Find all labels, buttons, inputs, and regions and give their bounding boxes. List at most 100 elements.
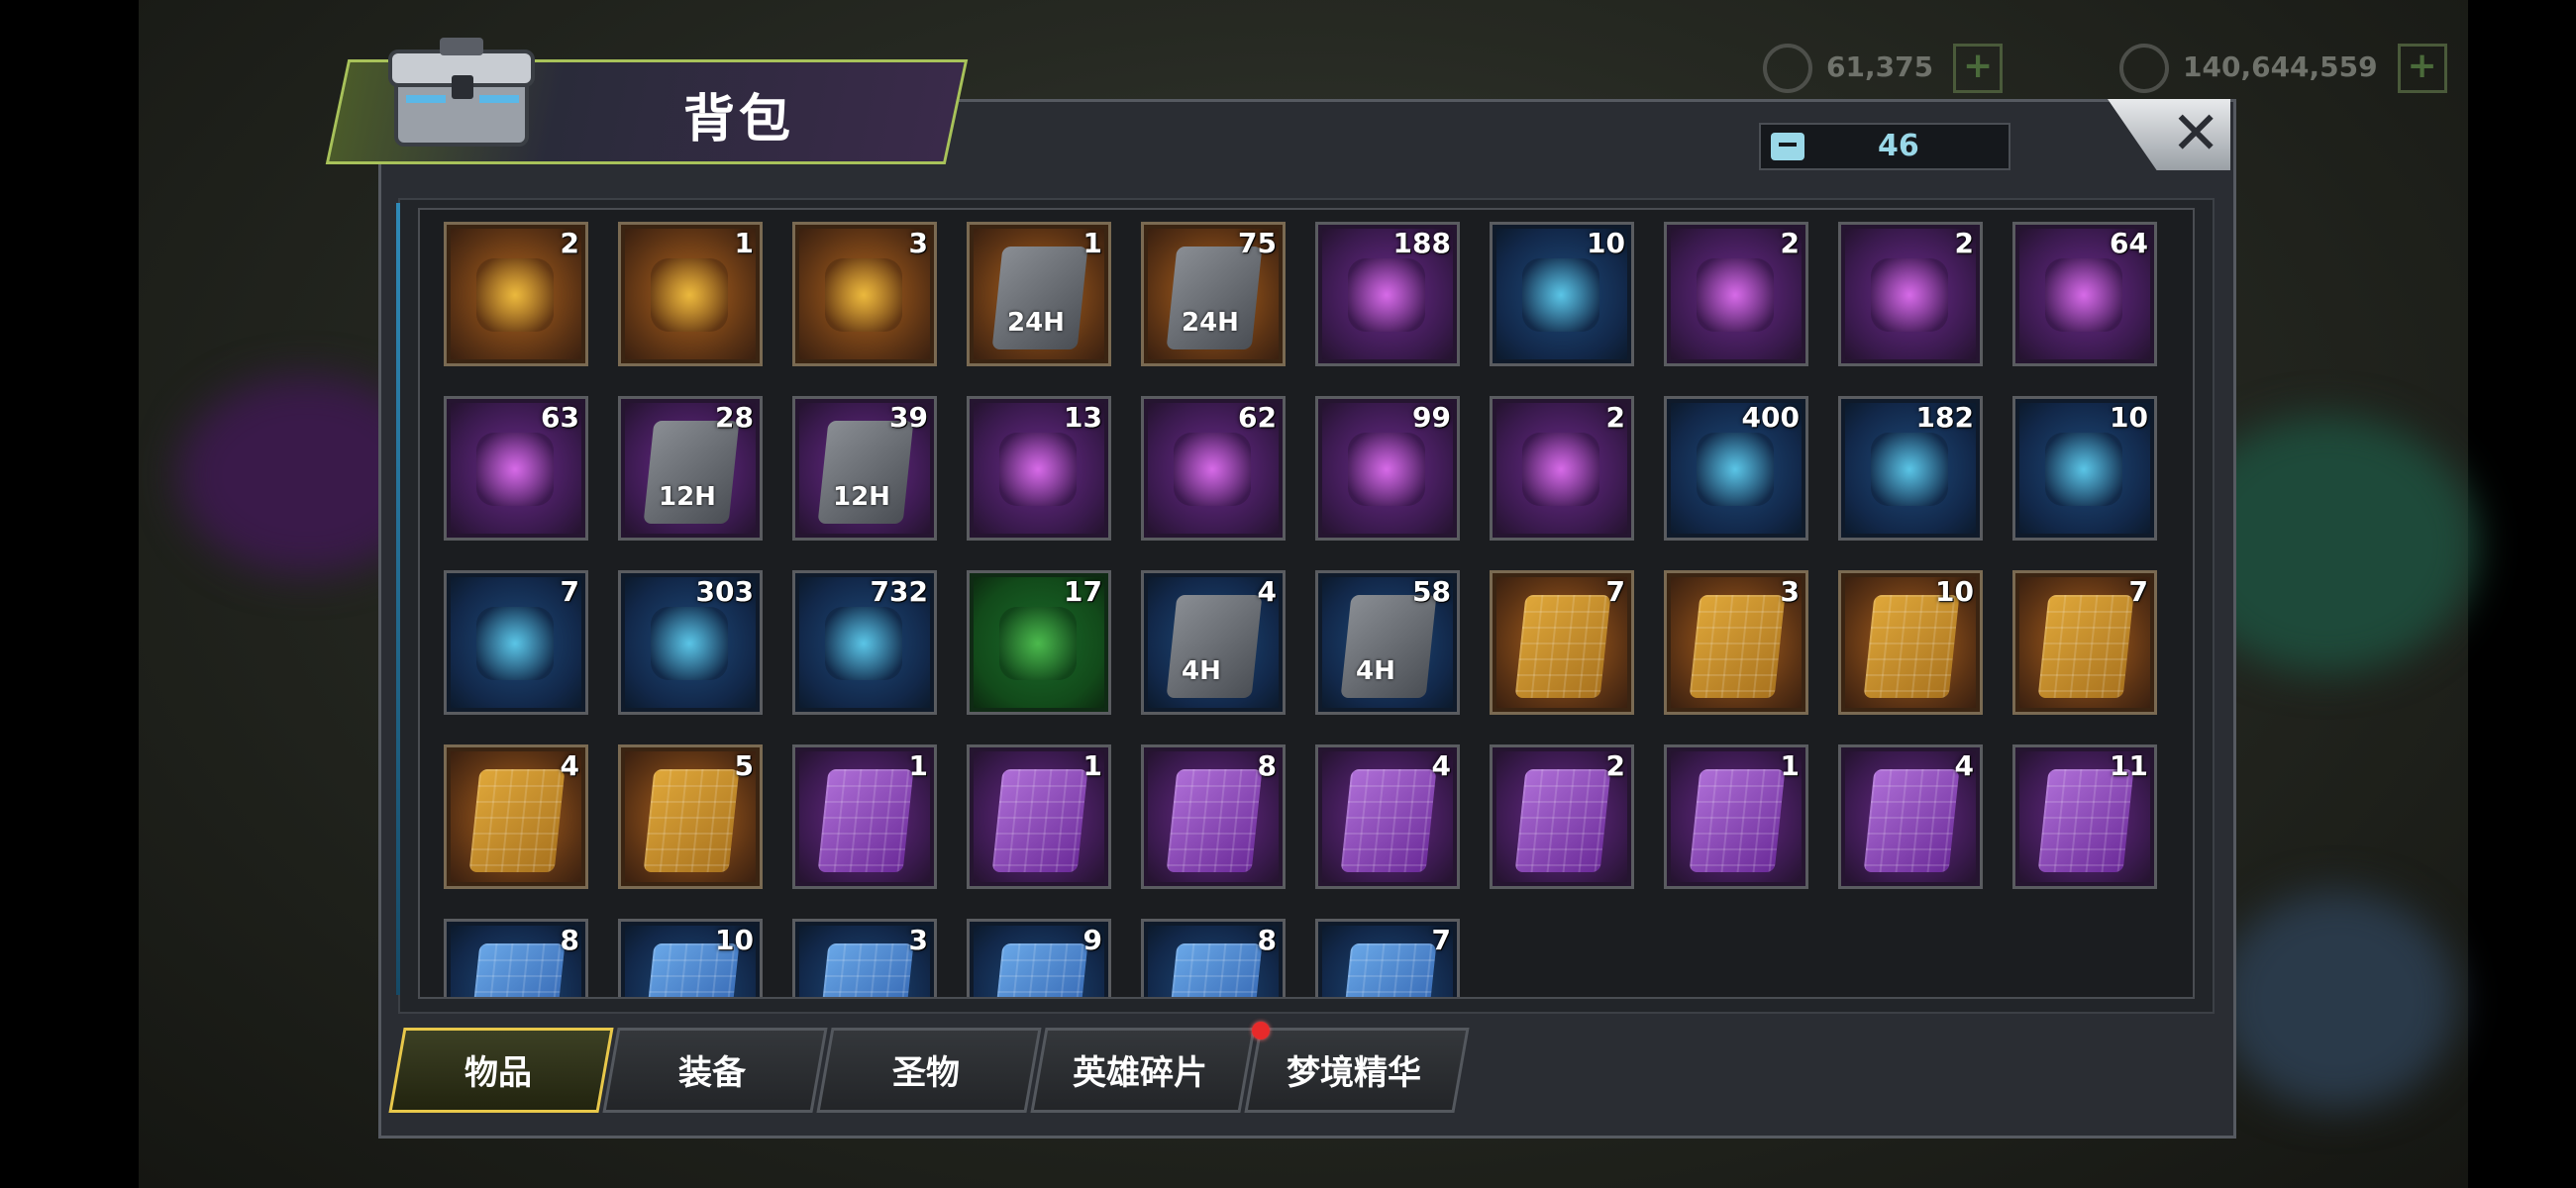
gold-pyramid-icon (1697, 433, 1774, 506)
inventory-slot[interactable]: 188 (1315, 222, 1460, 366)
item-count: 64 (2110, 227, 2148, 259)
inventory-slot[interactable]: 2 (1490, 396, 1634, 541)
inventory-grid[interactable]: 2 1 3 24H 1 24H 75 188 10 2 2 64 63 12H 28 12H 39 13 62 99 2… (418, 208, 2195, 999)
tab-label: 圣物 (892, 1053, 960, 1093)
add-gold-button[interactable]: + (2397, 44, 2447, 93)
syringe-icon (1522, 433, 1599, 506)
item-count: 2 (1605, 749, 1625, 782)
treasure-chest-icon (476, 258, 554, 332)
inventory-slot[interactable]: 3 (792, 919, 937, 997)
inventory-slot[interactable]: 11 (2012, 744, 2157, 889)
inventory-slot[interactable]: 400 (1664, 396, 1808, 541)
window-title: 背包 (683, 90, 795, 149)
purple-blueprint-revolver-icon (1863, 769, 1960, 872)
inventory-slot[interactable]: 1 (618, 222, 763, 366)
gem-icon (1763, 44, 1812, 93)
inventory-slot[interactable]: 4 (1838, 744, 1983, 889)
inventory-slot[interactable]: 8 (444, 919, 588, 997)
inventory-slot[interactable]: 12H 39 (792, 396, 937, 541)
inventory-slot[interactable]: 7 (1490, 570, 1634, 715)
item-count: 8 (1257, 749, 1277, 782)
item-count: 5 (734, 749, 754, 782)
inventory-slot[interactable]: 2 (1838, 222, 1983, 366)
item-count: 4 (560, 749, 579, 782)
inventory-slot[interactable]: 2 (1490, 744, 1634, 889)
gold-blueprint-shirt-icon (2037, 595, 2134, 698)
item-count: 13 (1064, 401, 1102, 434)
item-count: 7 (1605, 575, 1625, 608)
inventory-slot[interactable]: 1 (967, 744, 1111, 889)
item-count: 10 (1935, 575, 1974, 608)
inventory-slot[interactable]: 2 (1664, 222, 1808, 366)
casino-chip-icon (1174, 433, 1251, 506)
scroll-indicator[interactable] (396, 203, 400, 995)
backpack-chest-icon (388, 38, 535, 147)
inventory-slot[interactable]: 24H 75 (1141, 222, 1286, 366)
gold-counter: 140,644,559 + (2119, 44, 2447, 93)
item-count: 10 (2110, 401, 2148, 434)
inventory-slot[interactable]: 9 (967, 919, 1111, 997)
item-count: 17 (1064, 575, 1102, 608)
inventory-slot[interactable]: 2 (444, 222, 588, 366)
inventory-slot[interactable]: 12H 28 (618, 396, 763, 541)
inventory-slot[interactable]: 99 (1315, 396, 1460, 541)
item-count: 1 (734, 227, 754, 259)
inventory-slot[interactable]: 303 (618, 570, 763, 715)
inventory-slot[interactable]: 13 (967, 396, 1111, 541)
inventory-slot[interactable]: 8 (1141, 744, 1286, 889)
duration-label: 4H (1182, 656, 1221, 686)
blue-blueprint-boots-icon (1340, 943, 1437, 997)
inventory-slot[interactable]: 62 (1141, 396, 1286, 541)
bullet-icon (825, 607, 902, 680)
inventory-slot[interactable]: 4 (444, 744, 588, 889)
inventory-slot[interactable]: 10 (1490, 222, 1634, 366)
inventory-slot[interactable]: 4H 4 (1141, 570, 1286, 715)
inventory-slot[interactable]: 732 (792, 570, 937, 715)
duration-label: 12H (659, 482, 716, 512)
robot-toy-icon (1871, 258, 1948, 332)
inventory-slot[interactable]: 17 (967, 570, 1111, 715)
item-count: 3 (908, 924, 928, 956)
tab-label: 装备 (678, 1053, 746, 1093)
inventory-slot[interactable]: 63 (444, 396, 588, 541)
inventory-slot[interactable]: 10 (1838, 570, 1983, 715)
inventory-slot[interactable]: 10 (2012, 396, 2157, 541)
purple-blueprint-shirt-icon (2037, 769, 2134, 872)
inventory-slot[interactable]: 7 (1315, 919, 1460, 997)
stopwatch-coin-icon (2045, 433, 2122, 506)
blue-blueprint-hat-icon (991, 943, 1088, 997)
add-gems-button[interactable]: + (1953, 44, 2004, 93)
item-count: 99 (1412, 401, 1451, 434)
item-count: 10 (715, 924, 754, 956)
gold-amount: 140,644,559 (2183, 50, 2378, 83)
inventory-slot[interactable]: 3 (792, 222, 937, 366)
gold-blueprint-boots-icon (1863, 595, 1960, 698)
inventory-slot[interactable]: 10 (618, 919, 763, 997)
inventory-slot[interactable]: 4 (1315, 744, 1460, 889)
inventory-slot[interactable]: 7 (2012, 570, 2157, 715)
duration-label: 12H (833, 482, 890, 512)
inventory-slot[interactable]: 8 (1141, 919, 1286, 997)
inventory-slot[interactable]: 64 (2012, 222, 2157, 366)
inventory-slot[interactable]: 1 (1664, 744, 1808, 889)
item-count: 7 (560, 575, 579, 608)
item-count: 3 (1780, 575, 1800, 608)
inventory-slot[interactable]: 24H 1 (967, 222, 1111, 366)
inventory-slot[interactable]: 5 (618, 744, 763, 889)
inventory-slot[interactable]: 4H 58 (1315, 570, 1460, 715)
inventory-slot[interactable]: 7 (444, 570, 588, 715)
item-count: 28 (715, 401, 754, 434)
green-leaf-token-icon (651, 258, 728, 332)
blue-blueprint-revolver-icon (817, 943, 914, 997)
purple-blueprint-swords-icon (1340, 769, 1437, 872)
item-count: 2 (1954, 227, 1974, 259)
item-count: 63 (541, 401, 579, 434)
notification-dot (1252, 1022, 1270, 1040)
item-count: 62 (1238, 401, 1277, 434)
inventory-slot[interactable]: 3 (1664, 570, 1808, 715)
purple-blueprint-boots-icon (1689, 769, 1786, 872)
item-count: 1 (1082, 749, 1102, 782)
inventory-slot[interactable]: 1 (792, 744, 937, 889)
item-count: 400 (1741, 401, 1800, 434)
inventory-slot[interactable]: 182 (1838, 396, 1983, 541)
